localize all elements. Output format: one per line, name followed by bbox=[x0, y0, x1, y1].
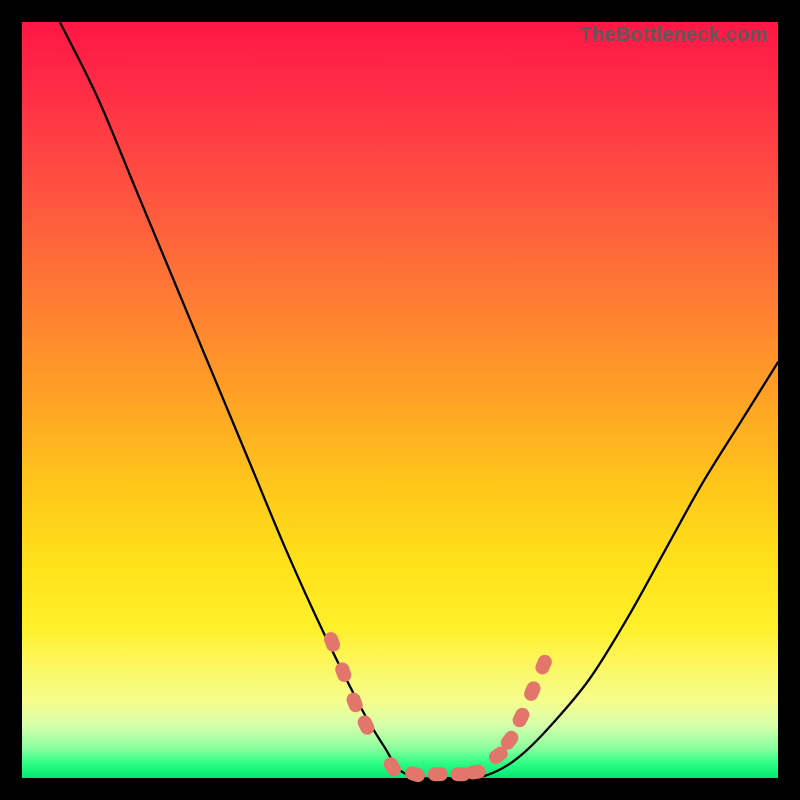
marker-group bbox=[322, 630, 554, 784]
curve-svg bbox=[22, 22, 778, 778]
marker-dot bbox=[381, 755, 404, 779]
marker-dot bbox=[403, 764, 426, 784]
chart-frame: TheBottleneck.com bbox=[0, 0, 800, 800]
marker-dot bbox=[533, 653, 554, 677]
marker-dot bbox=[510, 705, 531, 729]
plot-area: TheBottleneck.com bbox=[22, 22, 778, 778]
marker-dot bbox=[428, 767, 448, 781]
marker-dot bbox=[333, 660, 353, 684]
bottleneck-curve bbox=[60, 22, 778, 779]
marker-dot bbox=[355, 713, 376, 737]
marker-dot bbox=[522, 679, 543, 703]
